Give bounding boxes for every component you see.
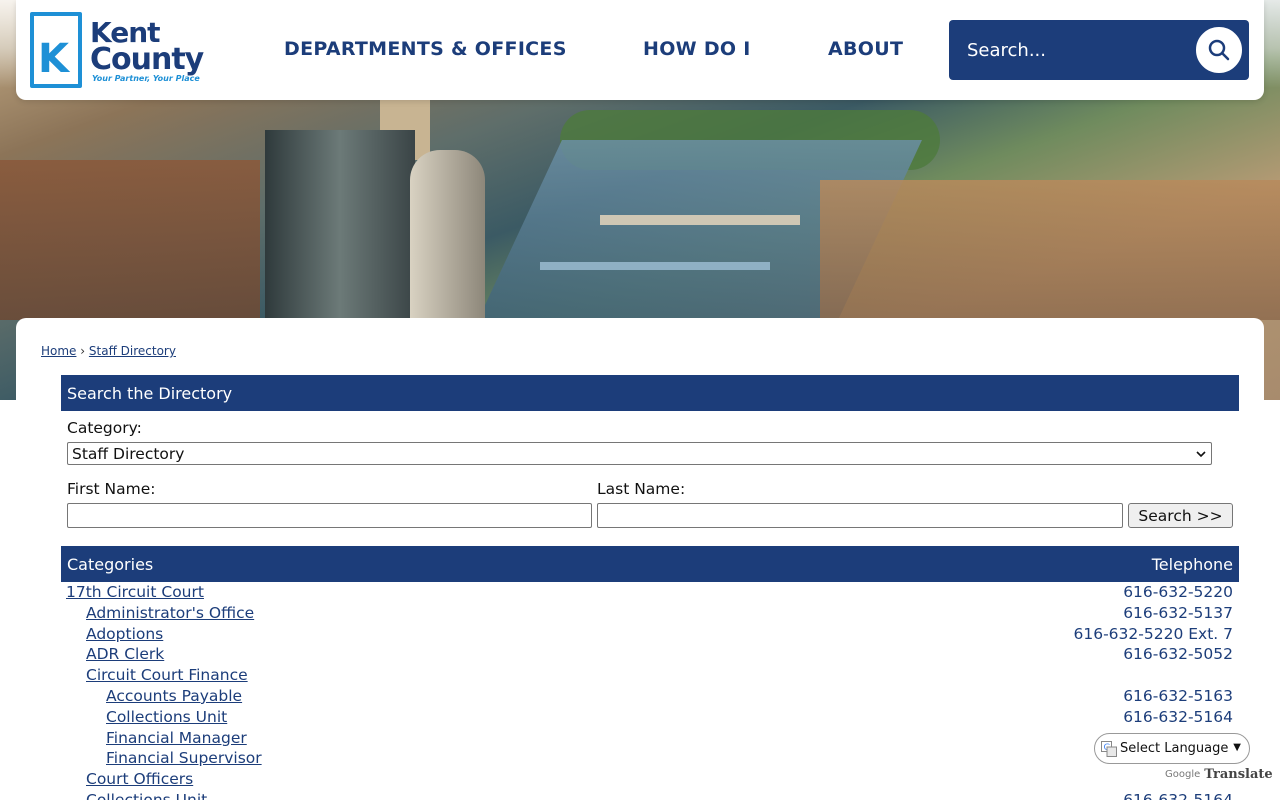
directory-phone: 616-632-5220 <box>1123 583 1233 601</box>
directory-row: Court Officers <box>61 769 1239 790</box>
logo-tagline: Your Partner, Your Place <box>92 74 200 83</box>
directory-row: 17th Circuit Court 616-632-5220 <box>61 582 1239 603</box>
chevron-down-icon: ▼ <box>1233 742 1241 753</box>
breadcrumb-separator: › <box>80 344 86 358</box>
directory-category-link[interactable]: Collections Unit <box>86 790 207 800</box>
directory-category-link[interactable]: Administrator's Office <box>86 603 254 624</box>
search-icon <box>1208 39 1230 61</box>
kent-county-logo[interactable]: K Kent County Your Partner, Your Place <box>30 10 215 90</box>
site-header: K Kent County Your Partner, Your Place D… <box>16 0 1264 100</box>
category-select-value: Staff Directory <box>72 444 185 463</box>
categories-header: Categories Telephone <box>61 546 1239 582</box>
telephone-header: Telephone <box>1151 554 1233 574</box>
search-directory-title: Search the Directory <box>67 383 233 403</box>
category-list: 17th Circuit Court 616-632-5220 Administra… <box>61 582 1239 800</box>
breadcrumb-home-link[interactable]: Home <box>41 344 76 358</box>
breadcrumb-current-link[interactable]: Staff Directory <box>89 344 176 358</box>
directory-category-link[interactable]: Financial Manager <box>106 728 247 749</box>
logo-mark-icon: K <box>30 12 82 88</box>
category-select[interactable]: Staff Directory <box>67 442 1212 465</box>
logo-word-county: County <box>90 42 204 77</box>
directory-category-link[interactable]: 17th Circuit Court <box>66 582 204 603</box>
nav-how-do-i[interactable]: HOW DO I <box>643 38 751 60</box>
directory-category-link[interactable]: Adoptions <box>86 624 163 645</box>
google-translate-icon: G <box>1101 740 1117 757</box>
directory-category-link[interactable]: Court Officers <box>86 769 193 790</box>
directory-category-link[interactable]: Accounts Payable <box>106 686 242 707</box>
hero-bridge <box>600 215 800 225</box>
directory-phone: 616-632-5164 <box>1123 707 1233 726</box>
directory-row: Administrator's Office 616-632-5137 <box>61 603 1239 624</box>
category-label: Category: <box>67 419 142 437</box>
nav-departments-offices[interactable]: DEPARTMENTS & OFFICES <box>284 38 567 60</box>
site-search <box>949 20 1249 80</box>
hero-glass-tower <box>265 130 415 330</box>
main-content: Home › Staff Directory Search the Direct… <box>16 318 1264 800</box>
directory-phone: 616-632-5052 <box>1123 645 1233 664</box>
hero-buildings-right <box>820 180 1280 320</box>
powered-by-google: Google Translate <box>1165 767 1273 782</box>
search-directory-header: Search the Directory <box>61 375 1239 411</box>
directory-row: Accounts Payable 616-632-5163 <box>61 686 1239 707</box>
google-translate-select[interactable]: G Select Language ▼ <box>1094 733 1250 764</box>
first-name-label: First Name: <box>67 480 156 498</box>
first-name-input[interactable] <box>67 503 592 528</box>
site-search-button[interactable] <box>1194 25 1244 75</box>
directory-search-button[interactable]: Search >> <box>1128 503 1233 528</box>
hero-round-tower <box>410 150 485 330</box>
hero-buildings-left <box>0 160 260 320</box>
directory-row: Adoptions 616-632-5220 Ext. 7 <box>61 624 1239 645</box>
categories-title: Categories <box>67 554 154 574</box>
google-wordmark: Google <box>1165 769 1201 780</box>
translate-select-label: Select Language <box>1120 741 1229 756</box>
directory-phone: 616-632-5164 <box>1123 790 1233 800</box>
translate-link[interactable]: Translate <box>1204 767 1272 782</box>
directory-row: ADR Clerk 616-632-5052 <box>61 644 1239 665</box>
directory-phone: 616-632-5163 <box>1123 686 1233 705</box>
directory-row: Financial Manager <box>61 728 1239 749</box>
site-search-input[interactable] <box>967 34 1187 66</box>
directory-phone: 616-632-5220 Ext. 7 <box>1073 624 1234 643</box>
hero-bridge <box>540 262 770 270</box>
directory-category-link[interactable]: Collections Unit <box>106 707 227 728</box>
last-name-label: Last Name: <box>597 480 686 498</box>
chevron-down-icon <box>1196 450 1206 457</box>
last-name-input[interactable] <box>597 503 1123 528</box>
directory-phone: 616-632-5137 <box>1123 603 1233 622</box>
nav-about[interactable]: ABOUT <box>828 38 903 60</box>
directory-category-link[interactable]: Financial Supervisor <box>106 748 262 769</box>
directory-row: Circuit Court Finance <box>61 665 1239 686</box>
directory-row: Collections Unit 616-632-5164 <box>61 707 1239 728</box>
directory-row: Collections Unit 616-632-5164 <box>61 790 1239 800</box>
directory-row: Financial Supervisor616-632-5156 <box>61 748 1239 769</box>
directory-category-link[interactable]: ADR Clerk <box>86 644 164 665</box>
directory-category-link[interactable]: Circuit Court Finance <box>86 665 248 686</box>
breadcrumb: Home › Staff Directory <box>41 344 176 358</box>
